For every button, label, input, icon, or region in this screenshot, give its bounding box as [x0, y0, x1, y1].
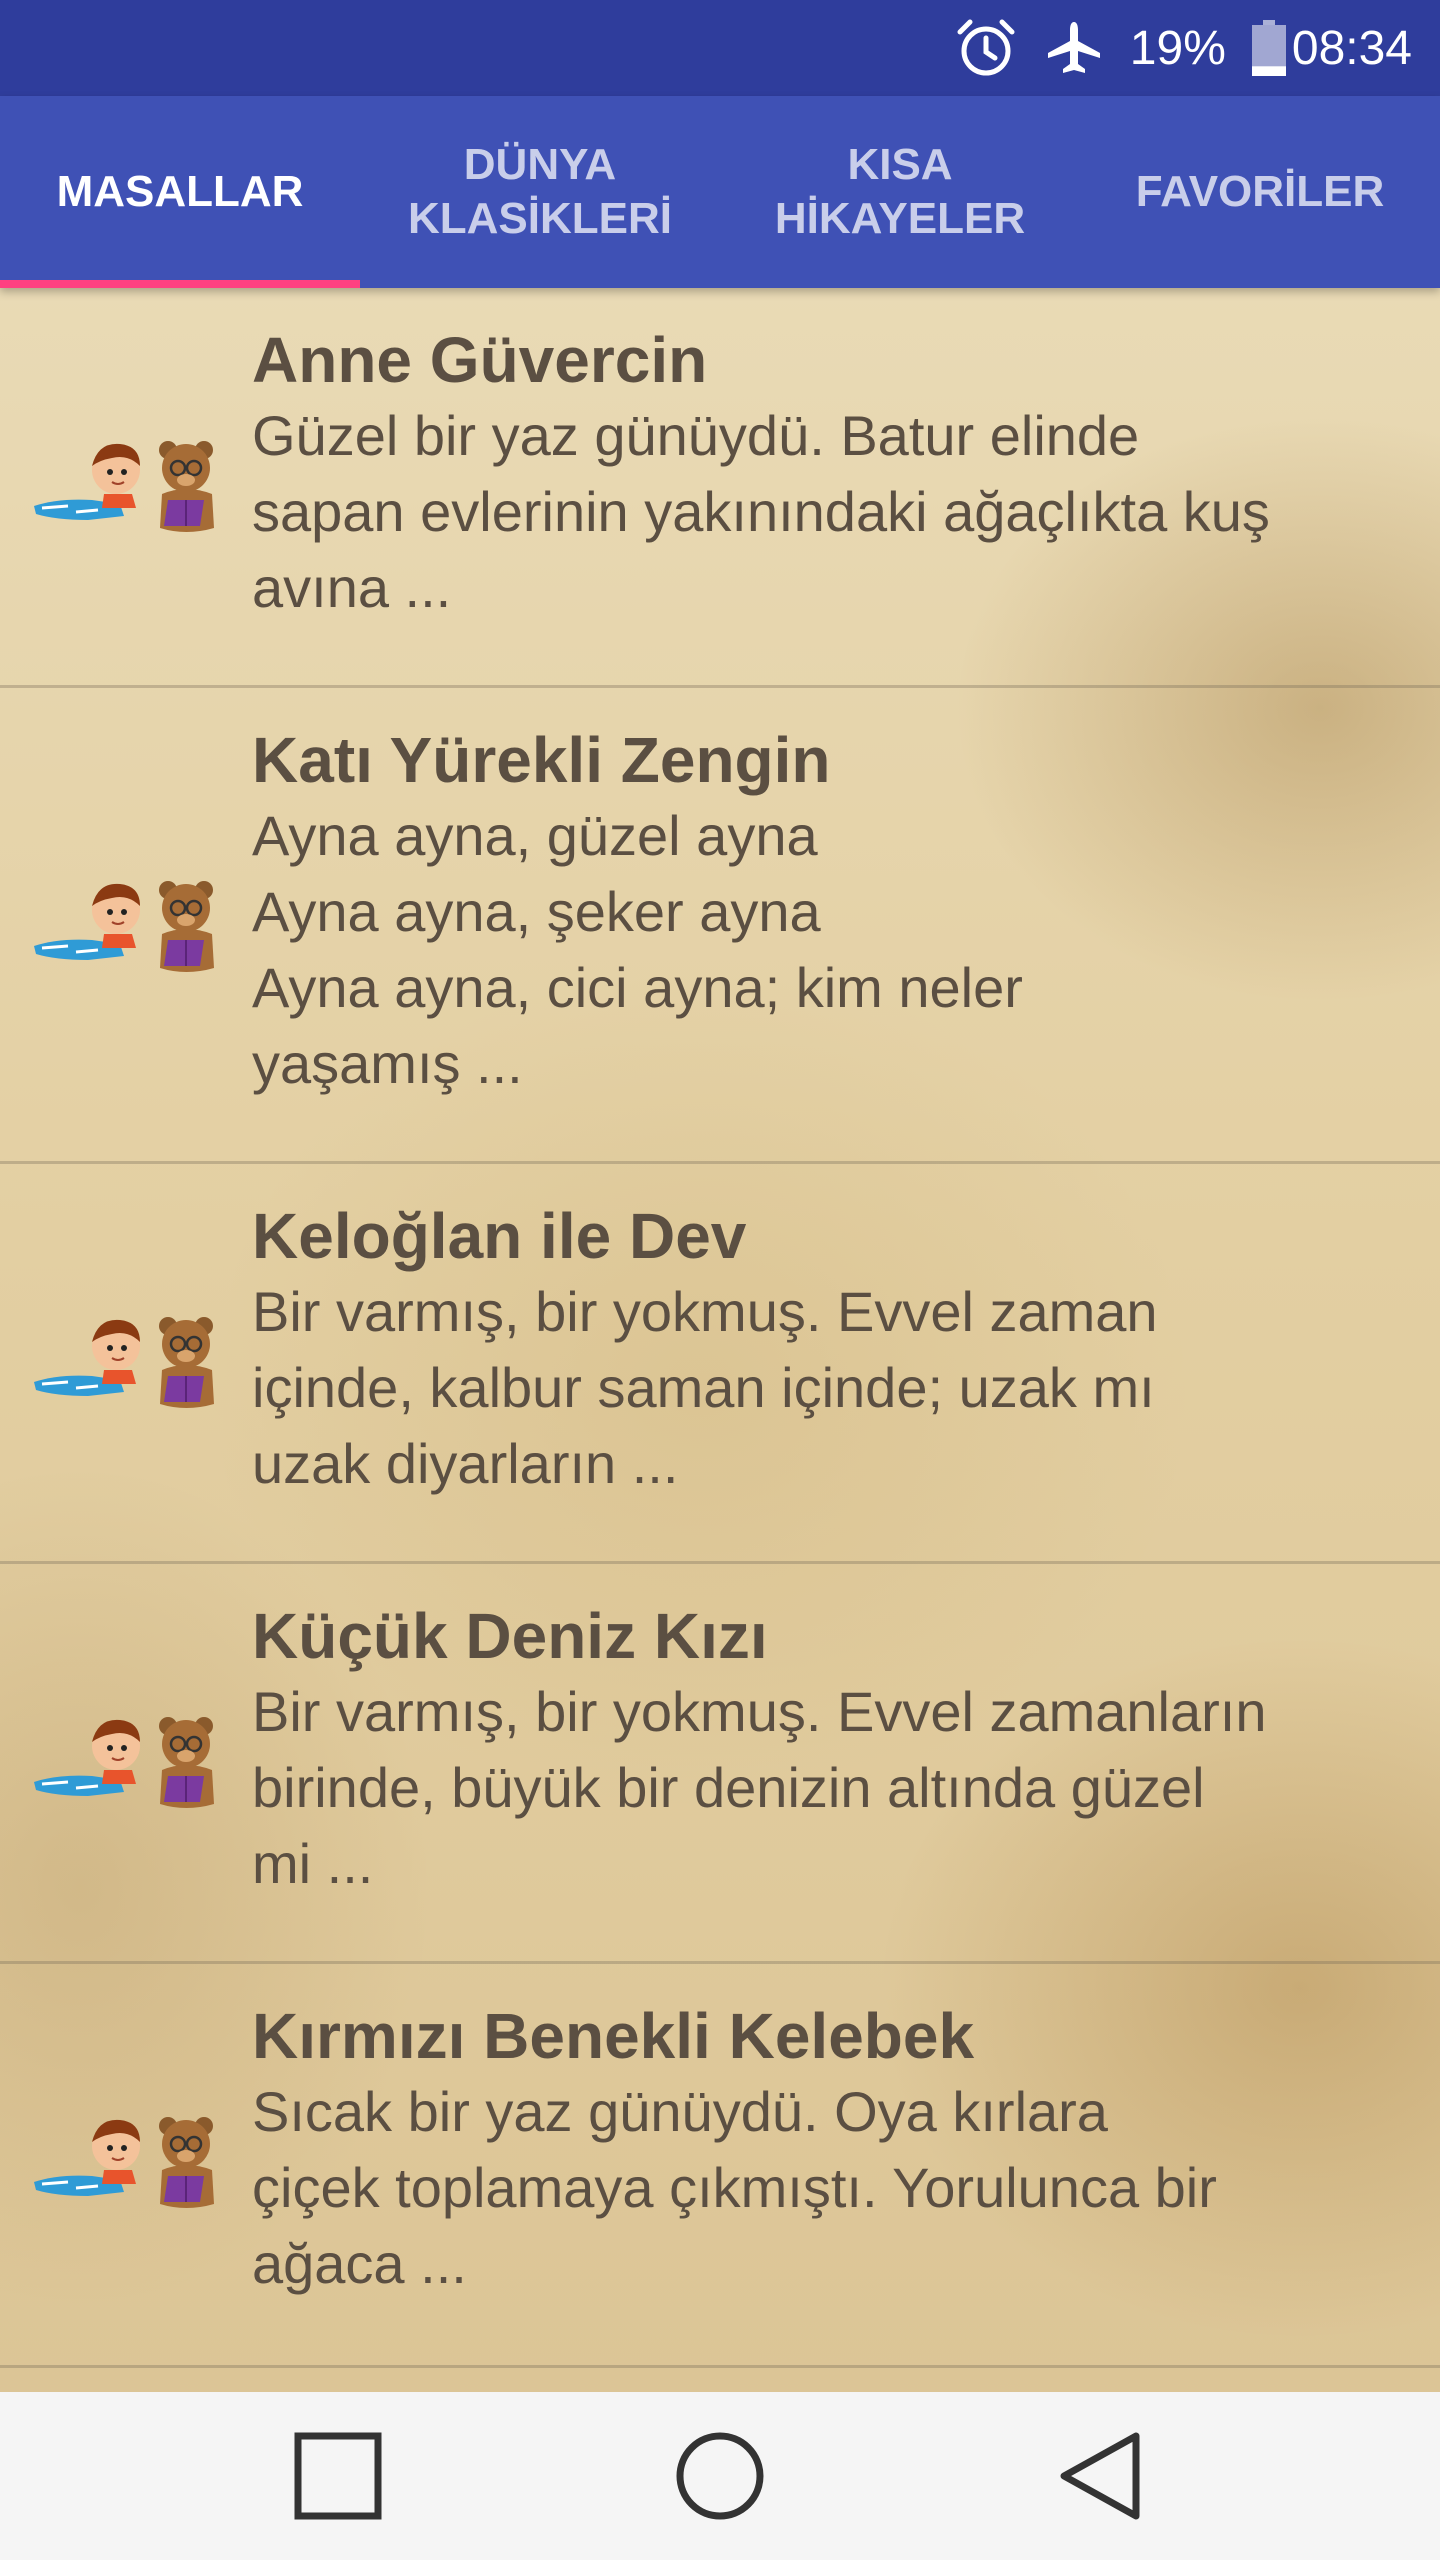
story-title: Kırmızı Benekli Kelebek	[252, 2000, 975, 2072]
story-list[interactable]: Anne Güvercin Güzel bir yaz günüydü. Bat…	[0, 288, 1440, 2392]
alarm-icon	[954, 16, 1018, 80]
active-tab-indicator	[0, 280, 360, 288]
tab-label: MASALLAR	[56, 167, 304, 216]
story-title: Katı Yürekli Zengin	[252, 724, 831, 796]
list-item[interactable]: Keloğlan ile Dev Bir varmış, bir yokmuş.…	[0, 1164, 1440, 1564]
tab-favoriler[interactable]: FAVORİLER	[1080, 96, 1440, 288]
clock: 08:34	[1291, 21, 1412, 75]
tab-kisa-hikayeler[interactable]: KISA HİKAYELER	[720, 96, 1080, 288]
system-nav-bar	[0, 2392, 1440, 2560]
back-triangle-icon[interactable]	[1052, 2426, 1152, 2526]
story-excerpt: Sıcak bir yaz günüydü. Oya kırlara çiçek…	[252, 2080, 1217, 2295]
battery-percent: 19%	[1129, 21, 1226, 75]
status-bar: 19% 08:34	[0, 0, 1440, 96]
status-icons: 19% 08:34	[954, 0, 1412, 96]
list-item-partial[interactable]	[0, 2368, 1440, 2392]
kids-reading-icon	[32, 439, 216, 534]
tab-masallar[interactable]: MASALLAR	[0, 96, 360, 288]
list-item[interactable]: Anne Güvercin Güzel bir yaz günüydü. Bat…	[0, 288, 1440, 688]
battery-icon	[1251, 20, 1286, 76]
list-item[interactable]: Kırmızı Benekli Kelebek Sıcak bir yaz gü…	[0, 1964, 1440, 2368]
story-excerpt: Bir varmış, bir yokmuş. Evvel zamanların…	[252, 1680, 1267, 1895]
tab-label: KISA HİKAYELER	[774, 140, 1026, 243]
tab-bar: MASALLAR DÜNYA KLASİKLERİ KISA HİKAYELER…	[0, 96, 1440, 288]
home-circle-icon[interactable]	[670, 2426, 770, 2526]
list-item[interactable]: Küçük Deniz Kızı Bir varmış, bir yokmuş.…	[0, 1564, 1440, 1964]
story-excerpt: Bir varmış, bir yokmuş. Evvel zaman için…	[252, 1280, 1158, 1495]
tab-label: FAVORİLER	[1135, 167, 1385, 216]
airplane-icon	[1044, 18, 1104, 78]
list-item[interactable]: Katı Yürekli Zengin Ayna ayna, güzel ayn…	[0, 688, 1440, 1164]
story-title: Keloğlan ile Dev	[252, 1200, 747, 1272]
story-excerpt: Ayna ayna, güzel ayna Ayna ayna, şeker a…	[252, 804, 1023, 1095]
recents-square-icon[interactable]	[288, 2426, 388, 2526]
tab-dunya-klasikleri[interactable]: DÜNYA KLASİKLERİ	[360, 96, 720, 288]
kids-reading-icon	[32, 1715, 216, 1810]
kids-reading-icon	[32, 879, 216, 974]
story-title: Anne Güvercin	[252, 324, 708, 396]
tab-label: DÜNYA KLASİKLERİ	[408, 140, 672, 243]
story-title: Küçük Deniz Kızı	[252, 1600, 768, 1672]
kids-reading-icon	[32, 1315, 216, 1410]
kids-reading-icon	[32, 2115, 216, 2210]
story-excerpt: Güzel bir yaz günüydü. Batur elinde sapa…	[252, 404, 1270, 619]
